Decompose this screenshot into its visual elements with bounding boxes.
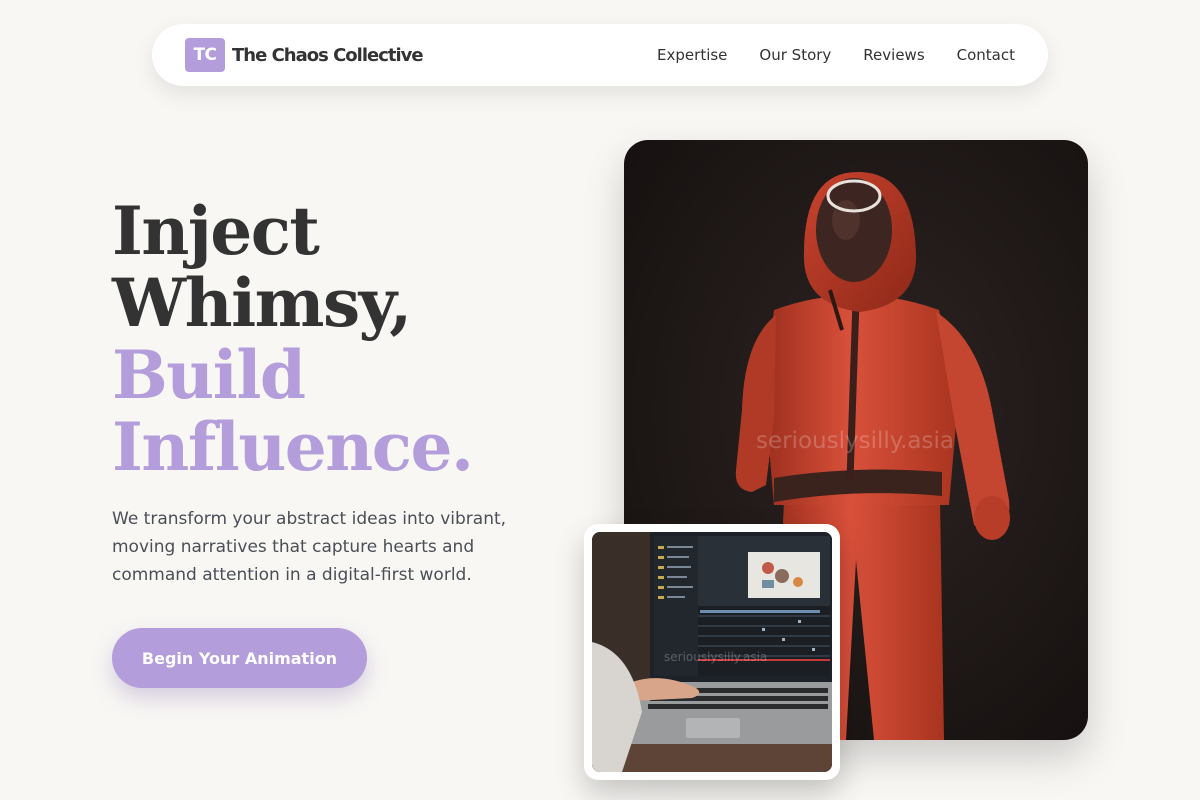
headline-line-inject: Inject (112, 192, 320, 270)
inset-image-watermark: seriouslysilly.asia (664, 650, 768, 664)
headline-line-build: Build (112, 336, 306, 414)
main-image-watermark: seriouslysilly.asia (756, 428, 954, 454)
headline-line-whimsy: Whimsy, (112, 264, 412, 342)
laptop-editing-image: seriouslysilly.asia (592, 532, 832, 772)
brand-name: The Chaos Collective (232, 44, 424, 66)
top-navigation: TC The Chaos Collective Expertise Our St… (152, 24, 1048, 86)
hero-headline: Inject Whimsy, Build Influence. (112, 192, 474, 486)
inset-laptop-image-frame: seriouslysilly.asia (584, 524, 840, 780)
nav-link-expertise[interactable]: Expertise (657, 46, 727, 64)
headline-line-influence: Influence. (112, 408, 474, 486)
begin-animation-button[interactable]: Begin Your Animation (112, 628, 367, 688)
nav-link-contact[interactable]: Contact (957, 46, 1015, 64)
hero-subtext: We transform your abstract ideas into vi… (112, 509, 507, 585)
nav-links: Expertise Our Story Reviews Contact (657, 46, 1015, 64)
brand-logo-link[interactable]: TC The Chaos Collective (185, 38, 424, 72)
brand-mark: TC (185, 38, 225, 72)
landing-page: TC The Chaos Collective Expertise Our St… (0, 0, 1200, 800)
nav-link-reviews[interactable]: Reviews (863, 46, 924, 64)
nav-link-our-story[interactable]: Our Story (759, 46, 831, 64)
